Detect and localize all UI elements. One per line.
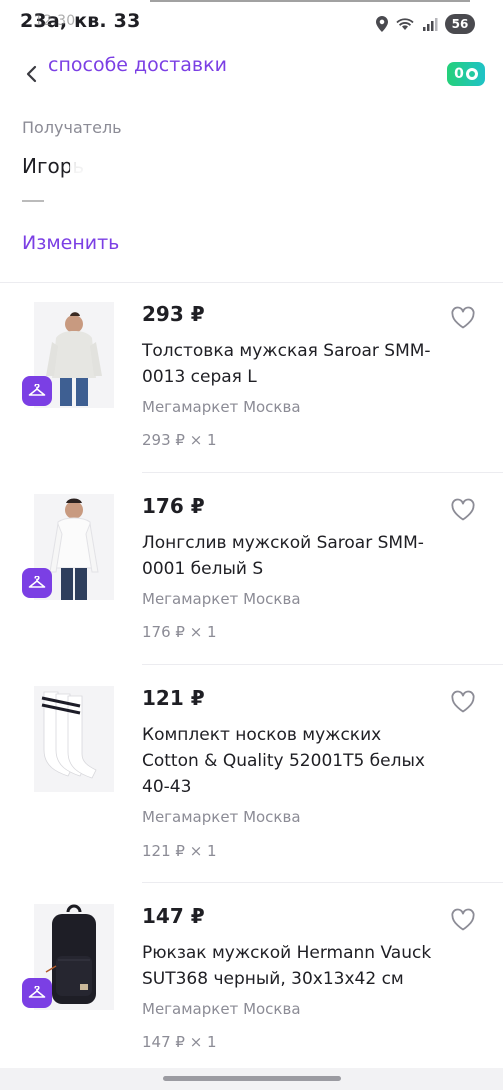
item-divider (142, 472, 503, 473)
heart-icon (451, 690, 475, 713)
item-title[interactable]: Толстовка мужская Saroar SMM-0013 серая … (142, 338, 442, 390)
item-divider (142, 882, 503, 883)
section-divider (0, 282, 503, 283)
item-seller: Мегамаркет Москва (142, 808, 301, 826)
item-price: 147 ₽ (142, 904, 205, 928)
recipient-section: Получатель Игорь Изменить (0, 104, 503, 282)
bonus-badge[interactable]: 0 (447, 62, 485, 86)
redacted-phone (22, 200, 44, 202)
item-quantity: 121 ₽ × 1 (142, 842, 217, 860)
change-recipient-link[interactable]: Изменить (22, 232, 119, 254)
battery-indicator: 56 (445, 14, 475, 34)
item-seller: Мегамаркет Москва (142, 398, 301, 416)
item-seller: Мегамаркет Москва (142, 1000, 301, 1018)
recipient-label: Получатель (22, 118, 122, 137)
item-price: 121 ₽ (142, 686, 205, 710)
status-bar: 12:30 23а, кв. 33 56 (0, 0, 503, 48)
item-quantity: 293 ₽ × 1 (142, 431, 217, 449)
product-image-socks (34, 686, 114, 792)
location-icon (376, 16, 388, 32)
bonus-coin-icon (465, 68, 478, 80)
try-on-hanger-icon (22, 568, 52, 598)
wifi-icon (396, 18, 414, 30)
page-title: способе доставки (48, 54, 227, 76)
item-quantity: 176 ₽ × 1 (142, 623, 217, 641)
favorite-button[interactable] (450, 690, 478, 716)
heart-icon (451, 908, 475, 931)
item-divider (142, 664, 503, 665)
favorite-button[interactable] (450, 306, 478, 332)
page-header: способе доставки 0 (0, 48, 503, 104)
back-button[interactable] (18, 60, 46, 88)
status-address-overlap: 12:30 23а, кв. 33 (20, 10, 141, 32)
home-indicator[interactable] (163, 1076, 341, 1081)
item-quantity: 147 ₽ × 1 (142, 1033, 217, 1051)
item-title[interactable]: Лонгслив мужской Saroar SMM-0001 белый S (142, 530, 442, 582)
favorite-button[interactable] (450, 908, 478, 934)
signal-icon (423, 18, 438, 31)
bonus-value: 0 (454, 66, 464, 82)
try-on-hanger-icon (22, 376, 52, 406)
heart-icon (451, 498, 475, 521)
try-on-hanger-icon (22, 978, 52, 1008)
chevron-left-icon (26, 65, 37, 83)
item-price: 176 ₽ (142, 494, 205, 518)
status-time: 12:30 (34, 13, 76, 29)
item-price: 293 ₽ (142, 302, 205, 326)
item-title[interactable]: Рюкзак мужской Hermann Vauck SUT368 черн… (142, 940, 442, 992)
status-icons: 56 (376, 14, 475, 34)
heart-icon (451, 306, 475, 329)
item-seller: Мегамаркет Москва (142, 590, 301, 608)
favorite-button[interactable] (450, 498, 478, 524)
item-title[interactable]: Комплект носков мужских Cotton & Quality… (142, 722, 442, 800)
redacted-area (70, 144, 260, 234)
